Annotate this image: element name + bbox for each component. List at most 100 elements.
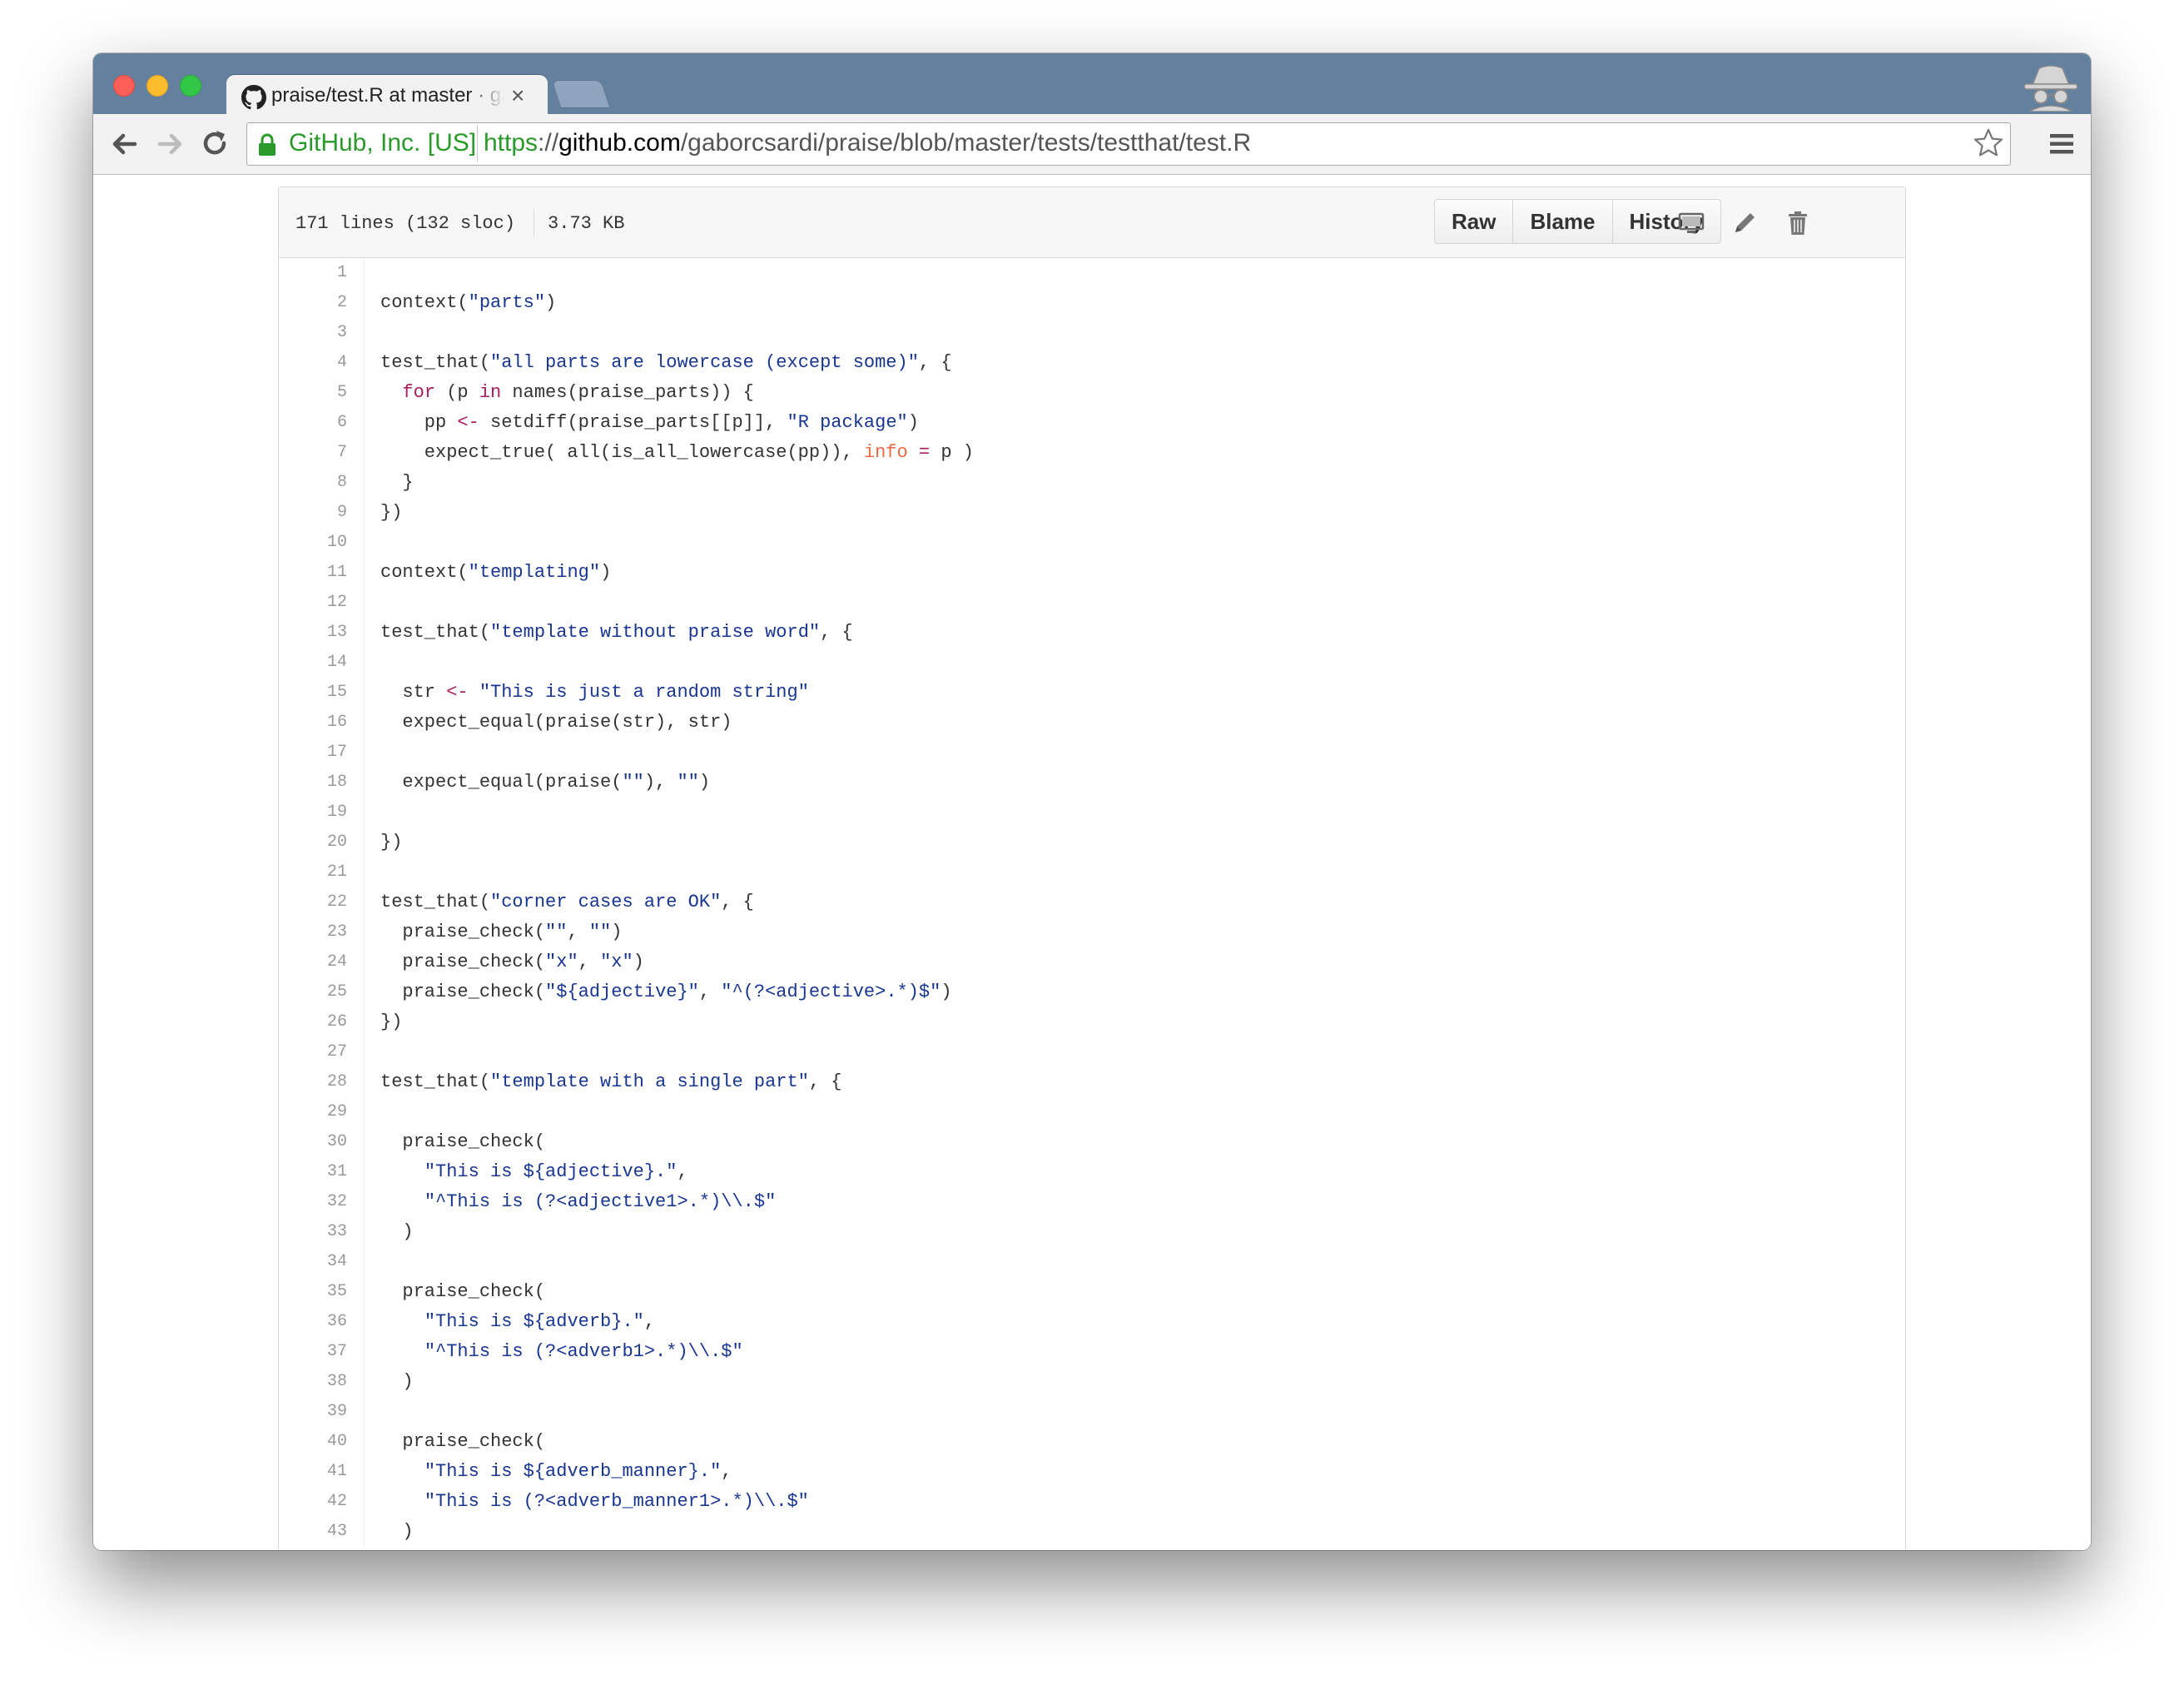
code-token: ) <box>600 562 612 583</box>
forward-icon[interactable] <box>151 126 188 162</box>
line-number[interactable]: 38 <box>279 1367 347 1397</box>
menu-icon[interactable] <box>2049 132 2074 156</box>
line-number[interactable]: 37 <box>279 1337 347 1367</box>
trash-icon[interactable] <box>1784 209 1812 237</box>
code-token: "This is ${adjective}." <box>424 1161 678 1182</box>
window-maximize-button[interactable] <box>180 75 201 97</box>
line-number[interactable]: 41 <box>279 1457 347 1487</box>
line-number[interactable]: 29 <box>279 1097 347 1127</box>
desktop-icon[interactable] <box>1677 209 1705 237</box>
line-number[interactable]: 27 <box>279 1037 347 1067</box>
code-token: , <box>698 982 722 1002</box>
window-close-button[interactable] <box>113 75 135 97</box>
line-code: expect_equal(praise(str), str) <box>380 708 732 738</box>
line-number[interactable]: 30 <box>279 1127 347 1157</box>
line-number[interactable]: 8 <box>279 468 347 498</box>
reload-icon[interactable] <box>196 126 233 162</box>
code-token: ) <box>380 1221 414 1242</box>
browser-window: praise/test.R at master · gaborcsardi/pr… <box>93 53 2091 1550</box>
url-host: github.com <box>558 129 681 157</box>
code-line: 31 "This is ${adjective}.", <box>279 1157 1905 1187</box>
line-number[interactable]: 2 <box>279 288 347 318</box>
line-number[interactable]: 42 <box>279 1487 347 1517</box>
line-number[interactable]: 36 <box>279 1307 347 1337</box>
line-number[interactable]: 16 <box>279 708 347 738</box>
code-token: } <box>380 472 414 493</box>
title-bar: praise/test.R at master · gaborcsardi/pr… <box>93 53 2091 115</box>
code-token: "templating" <box>468 562 601 583</box>
code-token: "This is just a random string" <box>479 682 809 703</box>
line-number[interactable]: 40 <box>279 1427 347 1457</box>
code-line: 22 test_that("corner cases are OK", { <box>279 887 1905 917</box>
line-number[interactable]: 11 <box>279 558 347 588</box>
line-number[interactable]: 7 <box>279 438 347 468</box>
line-number[interactable]: 13 <box>279 618 347 648</box>
line-number[interactable]: 15 <box>279 678 347 708</box>
line-number[interactable]: 33 <box>279 1217 347 1247</box>
code-line: 30 praise_check( <box>279 1127 1905 1157</box>
line-number[interactable]: 4 <box>279 348 347 378</box>
code-token: expect_equal(praise(str), str) <box>380 712 732 733</box>
blame-button[interactable]: Blame <box>1512 200 1611 243</box>
line-number[interactable]: 24 <box>279 947 347 977</box>
line-number[interactable]: 6 <box>279 408 347 438</box>
code-line: 38 ) <box>279 1367 1905 1397</box>
code-token: names(praise_parts)) { <box>501 382 754 403</box>
code-token: }) <box>380 832 403 852</box>
line-number[interactable]: 21 <box>279 857 347 887</box>
code-line: 24 praise_check("x", "x") <box>279 947 1905 977</box>
line-number[interactable]: 43 <box>279 1517 347 1547</box>
line-number[interactable]: 39 <box>279 1397 347 1427</box>
url-scheme-separator: :// <box>538 129 559 157</box>
file-info: 171 lines (132 sloc) 3.73 KB <box>295 209 624 237</box>
pencil-icon[interactable] <box>1730 209 1759 237</box>
ev-certificate-chip[interactable]: GitHub, Inc. [US] <box>249 125 478 162</box>
code-token: "" <box>677 772 699 793</box>
code-line: 1 <box>279 258 1905 288</box>
line-number[interactable]: 3 <box>279 318 347 348</box>
raw-button[interactable]: Raw <box>1435 200 1512 243</box>
tab-close-icon[interactable]: × <box>511 83 524 108</box>
file-viewer: 171 lines (132 sloc) 3.73 KB Raw Blame Hi… <box>278 186 1906 1550</box>
line-number[interactable]: 17 <box>279 738 347 768</box>
window-minimize-button[interactable] <box>146 75 168 97</box>
code-line: 26}) <box>279 1007 1905 1037</box>
back-icon[interactable] <box>107 126 143 162</box>
line-number[interactable]: 14 <box>279 648 347 678</box>
code-line: 10 <box>279 528 1905 558</box>
line-number[interactable]: 25 <box>279 977 347 1007</box>
line-code: test_that("corner cases are OK", { <box>380 887 754 917</box>
line-code: ) <box>380 1517 413 1547</box>
code-line: 40 praise_check( <box>279 1427 1905 1457</box>
code-token: praise_check( <box>380 1131 546 1152</box>
line-number[interactable]: 12 <box>279 588 347 618</box>
line-number[interactable]: 9 <box>279 498 347 528</box>
code-line: 6 pp <- setdiff(praise_parts[[p]], "R pa… <box>279 408 1905 438</box>
line-number[interactable]: 18 <box>279 768 347 798</box>
code-token: , { <box>808 1071 842 1092</box>
code-token: <- <box>446 682 469 703</box>
line-number[interactable]: 10 <box>279 528 347 558</box>
browser-tab[interactable]: praise/test.R at master · gaborcsardi/pr… <box>226 75 548 115</box>
address-bar[interactable]: GitHub, Inc. [US] https://github.com/gab… <box>246 122 2011 166</box>
line-number[interactable]: 26 <box>279 1007 347 1037</box>
code-token: "^(?<adjective>.*)$" <box>721 982 941 1002</box>
line-number[interactable]: 28 <box>279 1067 347 1097</box>
line-code: str <- "This is just a random string" <box>380 678 809 708</box>
line-number[interactable]: 19 <box>279 798 347 828</box>
line-number[interactable]: 31 <box>279 1157 347 1187</box>
new-tab-button[interactable] <box>551 80 611 108</box>
line-number[interactable]: 23 <box>279 917 347 947</box>
code-token: ) <box>633 952 644 972</box>
line-number[interactable]: 35 <box>279 1277 347 1307</box>
line-number[interactable]: 22 <box>279 887 347 917</box>
line-number[interactable]: 34 <box>279 1247 347 1277</box>
line-number[interactable]: 5 <box>279 378 347 408</box>
line-number[interactable]: 20 <box>279 828 347 857</box>
line-number[interactable]: 32 <box>279 1187 347 1217</box>
code-line: 39 <box>279 1397 1905 1427</box>
star-icon[interactable] <box>1972 127 2005 160</box>
line-number[interactable]: 1 <box>279 258 347 288</box>
line-code: praise_check("${adjective}", "^(?<adject… <box>380 977 951 1007</box>
